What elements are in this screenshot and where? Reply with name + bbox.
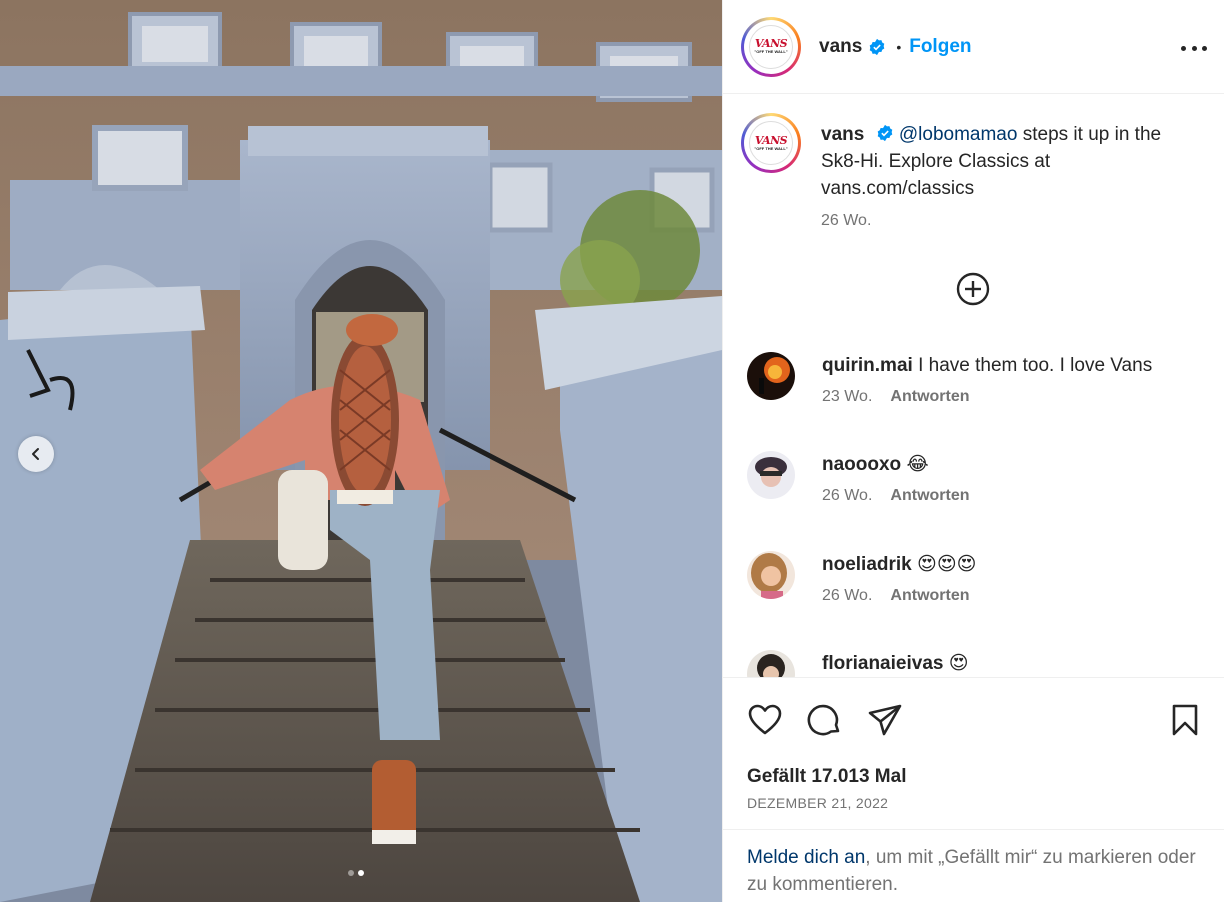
comment-username[interactable]: florianaieivas bbox=[822, 653, 943, 674]
vans-logo: VANS "OFF THE WALL" bbox=[749, 24, 793, 69]
vans-logo: VANS "OFF THE WALL" bbox=[749, 121, 793, 165]
comment-text: I have them too. I love Vans bbox=[918, 355, 1153, 376]
comment-username[interactable]: naoooxo bbox=[822, 454, 901, 475]
verified-badge-icon bbox=[877, 124, 892, 142]
likes-count[interactable]: Gefällt 17.013 Mal bbox=[747, 766, 906, 788]
more-options-button[interactable] bbox=[1181, 38, 1207, 58]
author-username[interactable]: vans bbox=[819, 36, 862, 58]
comment-item: quirin.mai I have them too. I love Vans … bbox=[747, 352, 1207, 406]
reply-button[interactable]: Antworten bbox=[890, 587, 969, 604]
caption-avatar[interactable]: VANS "OFF THE WALL" bbox=[741, 113, 801, 173]
caption-age[interactable]: 26 Wo. bbox=[821, 212, 871, 229]
photo-scene bbox=[0, 0, 722, 902]
chevron-left-icon bbox=[32, 448, 39, 460]
reply-button[interactable]: Antworten bbox=[890, 487, 969, 504]
comment-item: noeliadrik 😍😍😍 26 Wo. Antworten bbox=[747, 551, 1207, 605]
comment-age[interactable]: 26 Wo. bbox=[822, 587, 872, 604]
comment-text: 😂 bbox=[906, 454, 929, 475]
login-prompt: Melde dich an, um mit „Gefällt mir“ zu m… bbox=[723, 829, 1224, 902]
post-caption: VANS "OFF THE WALL" vans @lobomamao step… bbox=[741, 113, 1211, 230]
login-link[interactable]: Melde dich an bbox=[747, 847, 865, 868]
more-horizontal-icon bbox=[1181, 45, 1186, 51]
post-sidebar: VANS "OFF THE WALL" vans • Folgen VANS "… bbox=[722, 0, 1224, 902]
post-header: VANS "OFF THE WALL" vans • Folgen bbox=[723, 0, 1224, 94]
comment-bubble-icon[interactable] bbox=[807, 702, 843, 738]
post-actions: Gefällt 17.013 Mal DEZEMBER 21, 2022 bbox=[723, 677, 1224, 829]
carousel-prev-button[interactable] bbox=[18, 436, 54, 472]
paper-plane-icon[interactable] bbox=[867, 702, 903, 738]
comment-username[interactable]: quirin.mai bbox=[822, 355, 913, 376]
comment-text: 😍😍😍 bbox=[917, 554, 977, 575]
follow-button[interactable]: Folgen bbox=[909, 36, 971, 58]
comment-item: naoooxo 😂 26 Wo. Antworten bbox=[747, 451, 1207, 505]
carousel-dot bbox=[348, 870, 354, 876]
caption-mention-link[interactable]: @lobomamao bbox=[899, 124, 1018, 145]
commenter-avatar[interactable] bbox=[747, 551, 795, 599]
commenter-avatar[interactable] bbox=[747, 451, 795, 499]
carousel-indicator bbox=[348, 870, 364, 876]
post-date: DEZEMBER 21, 2022 bbox=[747, 795, 889, 811]
comments-section[interactable]: VANS "OFF THE WALL" vans @lobomamao step… bbox=[723, 95, 1224, 677]
comment-text: 😍 bbox=[948, 653, 969, 674]
carousel-dot-active bbox=[358, 870, 364, 876]
post-image[interactable] bbox=[0, 0, 722, 902]
heart-icon[interactable] bbox=[747, 702, 783, 738]
comment-age[interactable]: 23 Wo. bbox=[822, 388, 872, 405]
verified-badge-icon bbox=[870, 38, 885, 55]
author-avatar[interactable]: VANS "OFF THE WALL" bbox=[741, 16, 801, 77]
comment-username[interactable]: noeliadrik bbox=[822, 554, 912, 575]
comment-item: florianaieivas 😍 bbox=[747, 650, 1207, 677]
reply-button[interactable]: Antworten bbox=[890, 388, 969, 405]
circle-plus-icon[interactable] bbox=[955, 271, 991, 307]
commenter-avatar[interactable] bbox=[747, 352, 795, 400]
caption-username[interactable]: vans bbox=[821, 124, 864, 145]
bookmark-icon[interactable] bbox=[1167, 702, 1203, 738]
comment-age[interactable]: 26 Wo. bbox=[822, 487, 872, 504]
header-separator: • bbox=[896, 38, 902, 55]
commenter-avatar[interactable] bbox=[747, 650, 795, 677]
